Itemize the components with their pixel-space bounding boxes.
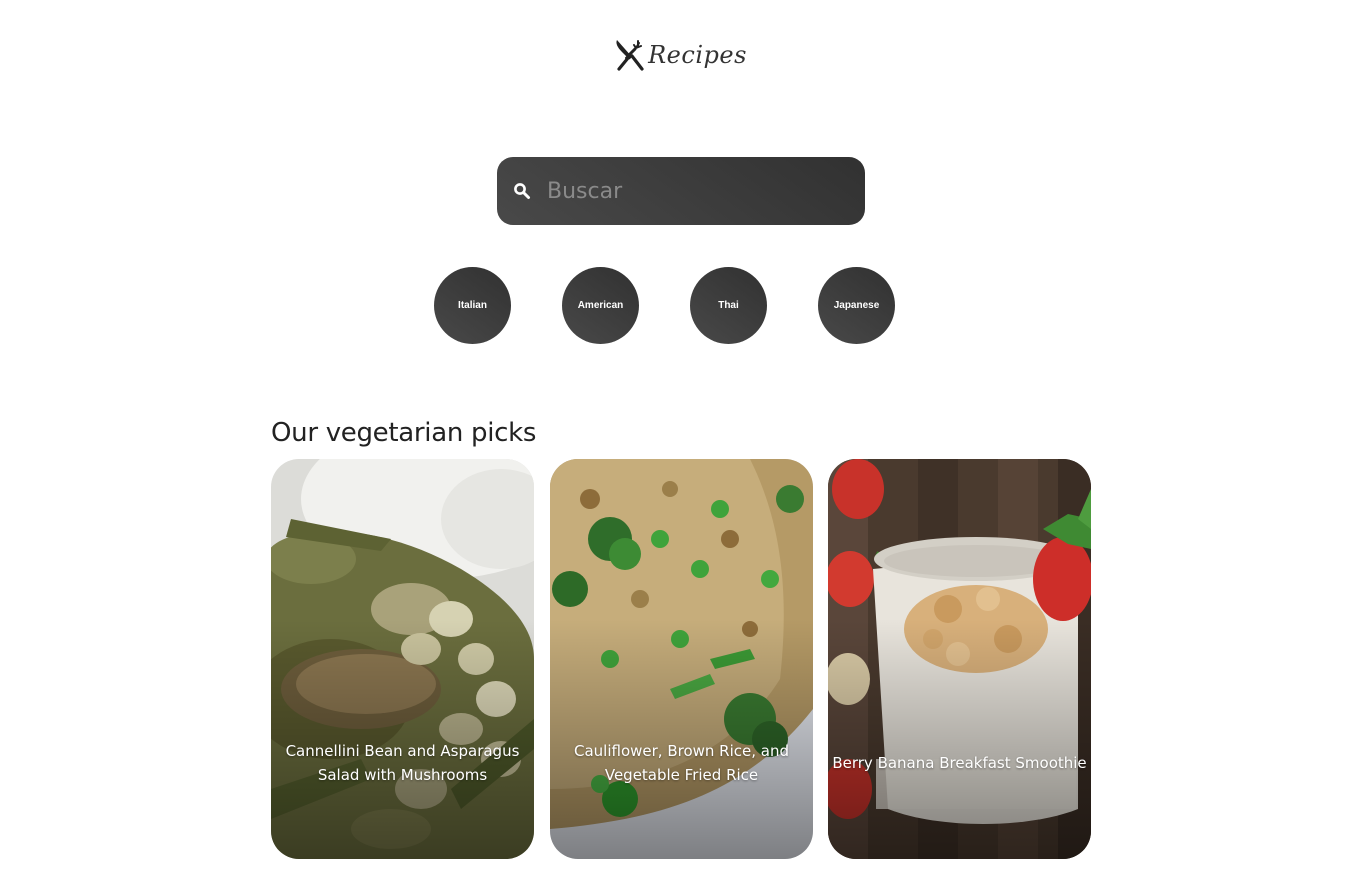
- recipe-card[interactable]: Berry Banana Breakfast Smoothie: [828, 459, 1091, 859]
- logo-text: Recipes: [648, 41, 747, 69]
- category-thai[interactable]: Thai: [690, 267, 767, 344]
- search-bar: [497, 157, 865, 225]
- page: Recipes Italian American Thai Japanese O…: [0, 0, 1361, 870]
- image-overlay: [828, 459, 1091, 859]
- category-italian[interactable]: Italian: [434, 267, 511, 344]
- category-label: American: [577, 300, 624, 311]
- category-list: Italian American Thai Japanese: [434, 267, 896, 344]
- category-label: Thai: [718, 300, 739, 311]
- recipe-carousel: Cannellini Bean and Asparagus Salad with…: [271, 459, 1091, 859]
- logo[interactable]: Recipes: [614, 38, 747, 72]
- search-icon: [514, 183, 530, 199]
- category-label: Japanese: [833, 300, 880, 311]
- image-overlay: [550, 459, 813, 859]
- section-title: Our vegetarian picks: [271, 418, 537, 448]
- recipe-card[interactable]: Cauliflower, Brown Rice, and Vegetable F…: [550, 459, 813, 859]
- category-american[interactable]: American: [562, 267, 639, 344]
- category-japanese[interactable]: Japanese: [818, 267, 895, 344]
- recipe-title: Berry Banana Breakfast Smoothie: [832, 754, 1087, 772]
- recipe-card[interactable]: Cannellini Bean and Asparagus Salad with…: [271, 459, 534, 859]
- header: Recipes: [0, 38, 1361, 72]
- image-overlay: [271, 459, 534, 859]
- fork-knife-icon: [616, 40, 644, 71]
- search-input[interactable]: [545, 177, 839, 205]
- recipe-title: Cauliflower, Brown Rice, and Vegetable F…: [573, 742, 789, 784]
- category-label: Italian: [458, 300, 487, 311]
- recipe-title: Cannellini Bean and Asparagus Salad with…: [285, 742, 520, 784]
